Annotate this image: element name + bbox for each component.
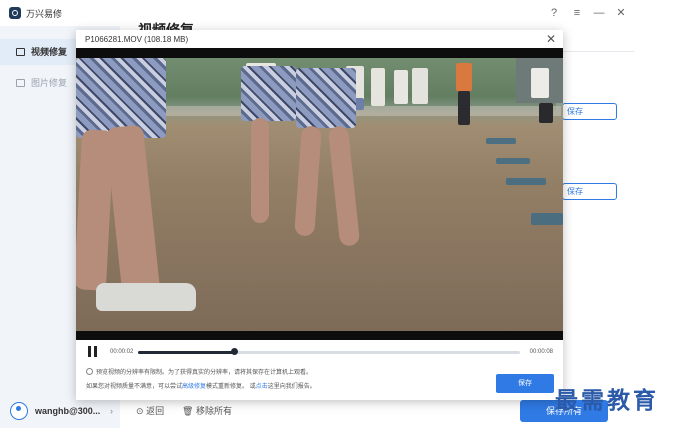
player-controls: 00:00:02 00:00:08 预览视频的分辨率有限制。为了获得真实的分辨率…: [76, 340, 563, 400]
app-logo-icon: [9, 7, 21, 19]
help-icon[interactable]: ?: [546, 5, 562, 21]
video-icon: [16, 48, 25, 56]
sidebar-item-label: 视频修复: [31, 47, 68, 57]
seek-bar[interactable]: [138, 348, 520, 355]
seek-bar-progress: [138, 351, 234, 354]
row-save-button[interactable]: 保存: [562, 103, 617, 120]
trash-icon: 🗑︎: [182, 406, 194, 416]
save-button[interactable]: 保存: [496, 374, 554, 393]
remove-all-label: 移除所有: [195, 406, 232, 416]
hint-text: 如果您对视频质量不满意，可以尝试: [86, 384, 183, 390]
total-time: 00:00:08: [529, 349, 553, 355]
info-icon: [86, 368, 93, 375]
user-name: wanghb@300...: [35, 406, 101, 416]
current-time: 00:00:02: [110, 349, 134, 355]
close-window-icon[interactable]: ✕: [613, 5, 629, 21]
row-save-button[interactable]: 保存: [562, 183, 617, 200]
remove-all-button[interactable]: 🗑︎ 移除所有: [182, 404, 232, 417]
minimize-icon[interactable]: —: [591, 5, 607, 21]
back-label: 返回: [146, 406, 165, 416]
chevron-right-icon: ›: [110, 406, 113, 416]
app-title: 万兴易修: [26, 9, 63, 19]
back-button[interactable]: ⊙ 返回: [136, 404, 164, 417]
seek-handle[interactable]: [230, 348, 238, 355]
close-icon[interactable]: ✕: [546, 32, 556, 46]
image-icon: [16, 79, 25, 87]
resolution-notice-text: 预览视频的分辨率有限制。为了获得真实的分辨率，请将其保存在计算机上观看。: [96, 370, 313, 376]
menu-icon[interactable]: ≡: [569, 5, 585, 21]
report-link[interactable]: 点击: [256, 384, 268, 390]
advanced-repair-hint: 如果您对视频质量不满意，可以尝试高级修复模式重新修复。 或点击这里向我们报告。: [86, 381, 316, 390]
sidebar-item-label: 图片修复: [31, 78, 68, 88]
watermark-text: 最需教育: [555, 387, 659, 414]
advanced-repair-link[interactable]: 高级修复: [182, 384, 206, 390]
title-bar: 万兴易修 ? ≡ — ✕: [0, 0, 676, 26]
hint-text: 这里向我们报告。: [267, 384, 316, 390]
video-preview[interactable]: [76, 48, 563, 340]
preview-dialog: P1066281.MOV (108.18 MB) ✕ 00:00:02 00:0…: [76, 30, 563, 400]
back-icon: ⊙: [136, 406, 144, 416]
avatar: [10, 402, 28, 420]
video-frame: [76, 58, 563, 331]
dialog-title: P1066281.MOV (108.18 MB): [85, 35, 189, 44]
resolution-notice: 预览视频的分辨率有限制。为了获得真实的分辨率，请将其保存在计算机上观看。: [86, 367, 312, 376]
pause-icon[interactable]: [88, 346, 98, 358]
hint-text: 模式重新修复。 或: [206, 384, 256, 390]
